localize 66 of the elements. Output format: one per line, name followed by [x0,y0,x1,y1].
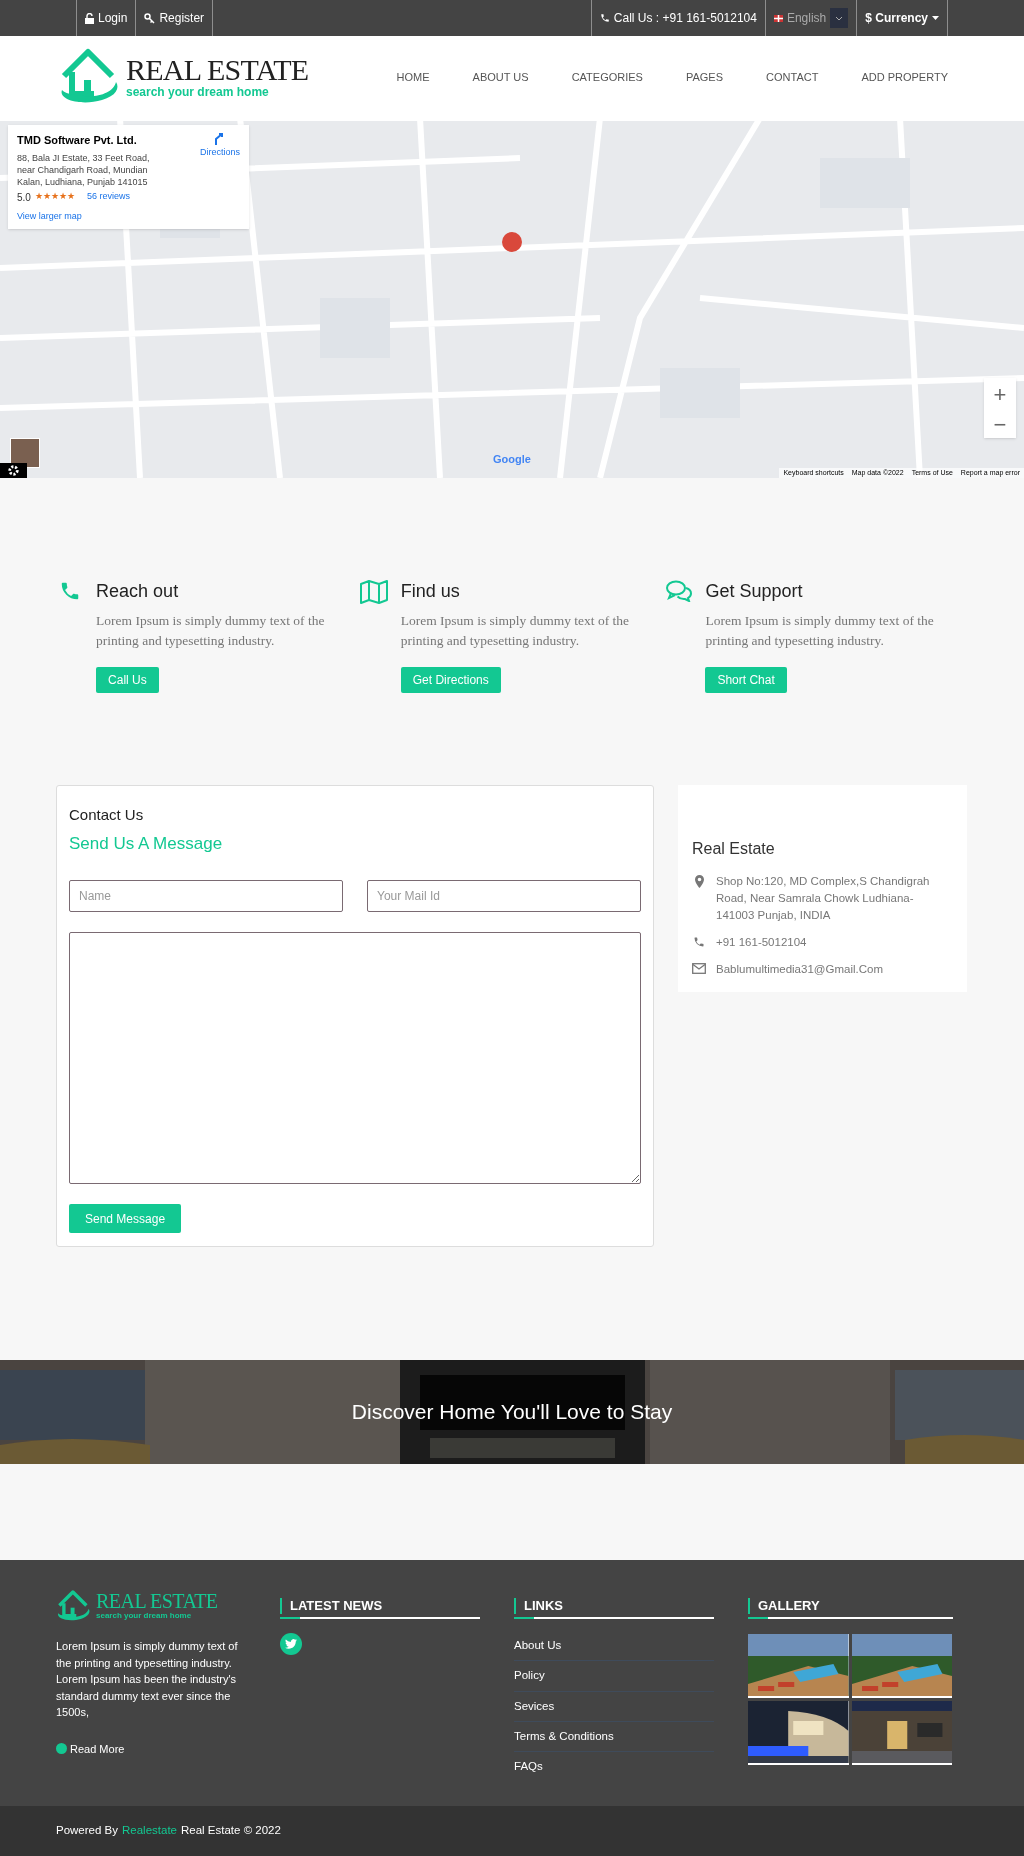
caret-icon [932,16,939,20]
form-eyebrow: Contact Us [69,805,145,825]
realestate-link[interactable]: Realestate [122,1822,177,1840]
nav-link[interactable]: HOME [396,68,430,86]
phone-icon [693,936,705,948]
copyright-text: Real Estate © 2022 [181,1823,281,1839]
login-label: Login [98,10,128,27]
feature-title: Find us [400,580,461,603]
info-address: Shop No:120, MD Complex,S Chandigrah Road, Near Samrala Chowk Ludhiana-141003 Punjab, INDIA [716,874,931,923]
reviews-link[interactable]: 56 reviews [86,190,130,204]
feature-title: Reach out [96,580,180,603]
copyright-text: Powered By [56,1823,118,1839]
nav-link[interactable]: ABOUT US [472,68,529,86]
footer-link[interactable]: FAQs [514,1752,714,1782]
satellite-thumbnail[interactable] [10,438,40,468]
logo-title: REAL ESTATE [96,1591,218,1611]
footer-about-text: Lorem Ipsum is simply dummy text of the printing and typesetting industry. Lorem Ipsum has been the industry's standard dummy text ever since the 1500s, [56,1639,239,1720]
info-email: Bablumultimedia31@Gmail.Com [716,962,884,977]
footer-heading: LATEST NEWS [290,1598,384,1614]
logo-tagline: search your dream home [126,84,270,100]
text-input[interactable]: Name [69,880,343,912]
zoom-out-button[interactable]: − [984,408,1016,438]
nav-link[interactable]: CONTACT [766,68,819,86]
zoom-in-button[interactable]: + [984,378,1016,408]
rating-stars: ★★★★★ [34,190,75,204]
rating-value: 5.0 [17,190,31,205]
footer-heading: GALLERY [758,1598,821,1614]
nav-link[interactable]: PAGES [685,68,724,86]
footer-heading: LINKS [524,1598,564,1614]
text-input[interactable]: Your Mail Id [367,880,641,912]
map-pin-icon [694,875,704,888]
lock-icon [85,12,94,24]
feature-title: Get Support [705,580,804,603]
feature-text: Lorem Ipsum is simply dummy text of the printing and typesetting industry. [96,612,326,650]
dropdown-caret-icon [830,8,849,28]
key-icon [144,12,156,24]
register-label: Register [159,10,205,27]
language-label: English [786,10,827,27]
footer-link[interactable]: Sevices [514,1691,714,1722]
feature-text: Lorem Ipsum is simply dummy text of the printing and typesetting industry. [400,612,631,650]
phone-icon [599,13,610,23]
place-address: 88, Bala JI Estate, 33 Feet Road, near Chandigarh Road, Mundian Kalan, Ludhiana, Punjab 141015 [17,151,151,188]
footer-link[interactable]: Policy [514,1661,714,1692]
info-title: Real Estate [692,839,776,859]
logo-title: REAL ESTATE [126,54,309,85]
twitter-icon[interactable] [280,1633,302,1655]
place-name: TMD Software Pvt. Ltd. [17,133,138,148]
map-icon [360,580,389,604]
settings-icon[interactable] [0,463,27,478]
form-title: Send Us A Message [69,832,224,855]
directions-link[interactable]: Directions [200,132,240,188]
chat-icon [665,580,692,602]
nav-link[interactable]: CATEGORIES [571,68,643,86]
logo-tagline: search your dream home [96,1611,193,1621]
read-more-link[interactable]: Read More [56,1740,246,1757]
footer-link[interactable]: Terms & Conditions [514,1721,714,1752]
larger-map-link[interactable]: View larger map [17,209,240,223]
banner-title: Discover Home You'll Love to Stay [351,1399,673,1426]
feature-text: Lorem Ipsum is simply dummy text of the printing and typesetting industry. [705,612,935,650]
call-us-text: Call Us : +91 161-5012104 [613,10,757,27]
nav-link[interactable]: ADD PROPERTY [861,68,948,86]
google-logo: Google [493,452,531,467]
info-phone: +91 161-5012104 [716,935,808,950]
envelope-icon [692,963,706,974]
footer-link[interactable]: About Us [514,1631,714,1662]
flag-icon [773,14,783,22]
